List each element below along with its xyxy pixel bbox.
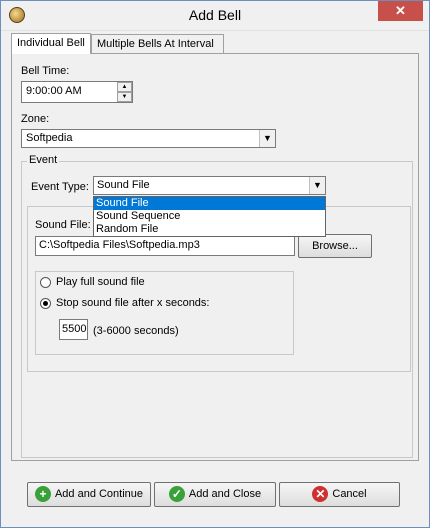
plus-icon: + <box>34 486 51 503</box>
chevron-down-icon[interactable]: ▼ <box>309 177 325 194</box>
add-bell-window: Add Bell ✕ Individual Bell Multiple Bell… <box>0 0 430 528</box>
cancel-label: Cancel <box>332 488 367 500</box>
event-type-dropdown: Sound File Sound Sequence Random File <box>93 196 326 237</box>
play-full-label: Play full sound file <box>56 276 145 288</box>
event-type-value: Sound File <box>97 179 150 191</box>
stop-after-label: Stop sound file after x seconds: <box>56 297 210 309</box>
browse-button[interactable]: Browse... <box>298 234 372 258</box>
stop-after-radio[interactable] <box>40 298 51 309</box>
add-close-label: Add and Close <box>188 488 262 500</box>
tab-multiple-bells[interactable]: Multiple Bells At Interval <box>91 34 224 54</box>
seconds-range-label: (3-6000 seconds) <box>93 325 179 337</box>
add-continue-label: Add and Continue <box>54 488 144 500</box>
chevron-down-icon[interactable]: ▼ <box>259 130 275 147</box>
title-bar: Add Bell ✕ <box>1 1 429 31</box>
close-button[interactable]: ✕ <box>378 1 423 21</box>
option-sound-sequence[interactable]: Sound Sequence <box>94 210 325 223</box>
event-type-label: Event Type: <box>31 181 89 193</box>
option-random-file[interactable]: Random File <box>94 223 325 236</box>
add-close-button[interactable]: ✓ Add and Close <box>154 482 276 507</box>
zone-select[interactable]: Softpedia ▼ <box>21 129 276 148</box>
seconds-input[interactable]: 5500 <box>59 319 88 340</box>
window-title: Add Bell <box>188 7 242 23</box>
event-type-select[interactable]: Sound File ▼ <box>93 176 326 195</box>
add-continue-button[interactable]: + Add and Continue <box>27 482 151 507</box>
check-icon: ✓ <box>168 486 185 503</box>
tab-individual-bell[interactable]: Individual Bell <box>11 33 91 54</box>
zone-label: Zone: <box>21 113 50 125</box>
sound-file-label: Sound File: <box>35 219 91 231</box>
cancel-button[interactable]: ✕ Cancel <box>279 482 400 507</box>
bell-time-value: 9:00:00 AM <box>26 85 82 97</box>
play-full-radio[interactable] <box>40 277 51 288</box>
bell-time-label: Bell Time: <box>21 65 70 77</box>
x-icon: ✕ <box>312 486 329 503</box>
sound-file-path-value: C:\Softpedia Files\Softpedia.mp3 <box>39 239 200 251</box>
seconds-value: 5500 <box>62 323 87 335</box>
spin-down-button[interactable]: ▼ <box>117 92 132 102</box>
option-sound-file[interactable]: Sound File <box>94 197 325 210</box>
spin-up-button[interactable]: ▲ <box>117 82 132 92</box>
zone-value: Softpedia <box>26 132 73 144</box>
event-group-title: Event <box>27 154 60 166</box>
sound-file-path[interactable]: C:\Softpedia Files\Softpedia.mp3 <box>35 236 295 256</box>
